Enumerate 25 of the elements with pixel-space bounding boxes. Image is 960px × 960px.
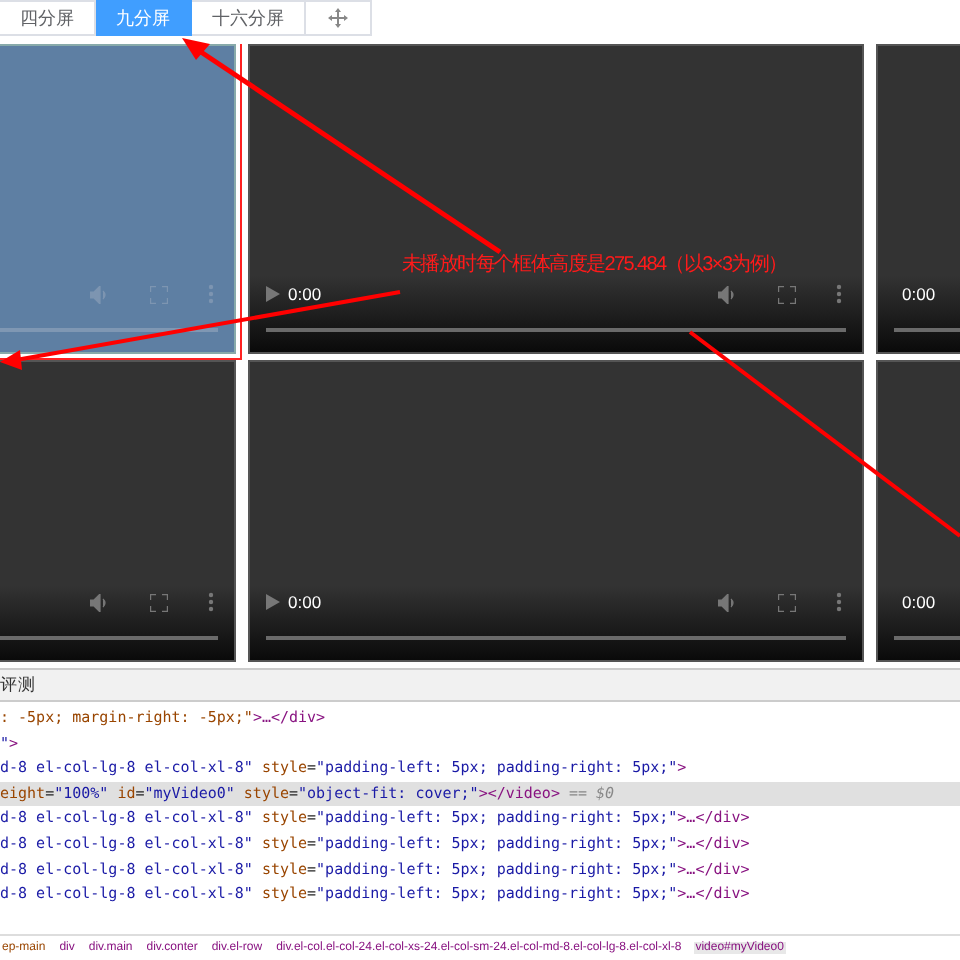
fullscreen-icon[interactable]	[150, 593, 168, 611]
time-label: 0:00	[288, 592, 322, 612]
more-icon[interactable]	[208, 592, 214, 612]
more-icon[interactable]	[836, 284, 842, 304]
play-icon[interactable]	[266, 286, 280, 302]
play-icon[interactable]	[266, 594, 280, 610]
tab[interactable]: 十六分屏	[192, 0, 306, 36]
time-label: 0:00	[902, 284, 936, 304]
volume-icon[interactable]	[90, 593, 110, 611]
more-icon[interactable]	[836, 592, 842, 612]
annotation-text: 未播放时每个框体高度是275.484（以3×3为例）	[402, 254, 787, 278]
move-button[interactable]	[306, 0, 372, 36]
panel-tab[interactable]: 评测	[0, 673, 36, 697]
fullscreen-icon[interactable]	[778, 285, 796, 303]
video-player[interactable]: 未播放时每个框体高度是275.484（以3×3为例） 0:00	[248, 44, 864, 354]
move-icon	[328, 8, 348, 28]
volume-icon[interactable]	[718, 593, 738, 611]
tab[interactable]: 四分屏	[0, 0, 96, 36]
fullscreen-icon[interactable]	[778, 593, 796, 611]
volume-icon[interactable]	[718, 285, 738, 303]
video-player[interactable]: 0:00	[876, 44, 960, 354]
time-label: 0:00	[288, 284, 322, 304]
video-player[interactable]: 0:00	[248, 360, 864, 662]
video-player[interactable]: 0:00	[876, 360, 960, 662]
time-label: 0:00	[902, 592, 936, 612]
